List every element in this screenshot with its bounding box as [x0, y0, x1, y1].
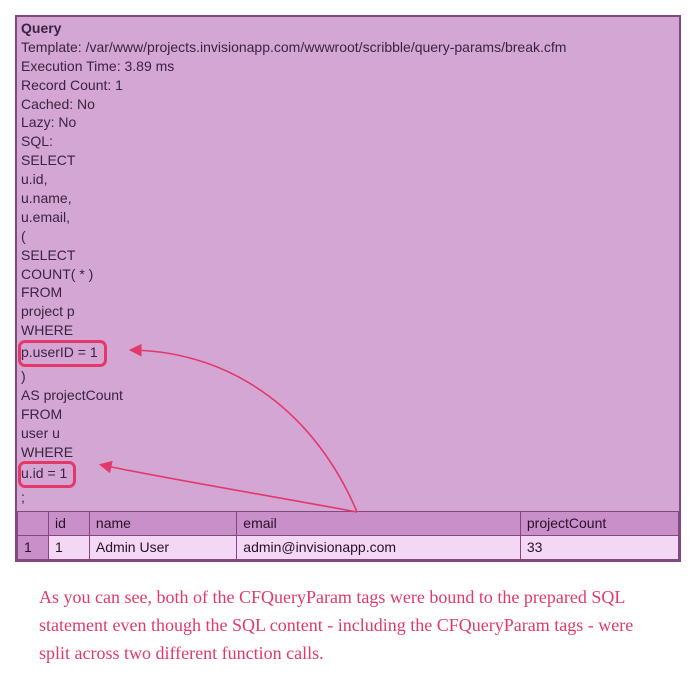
- panel-title: Query: [21, 19, 675, 38]
- lazy-row: Lazy: No: [21, 113, 675, 132]
- lazy-label: Lazy:: [21, 114, 54, 130]
- sql-line: COUNT( * ): [21, 265, 675, 284]
- table-header-row: id name email projectCount: [18, 512, 679, 536]
- exec-value: 3.89 ms: [125, 58, 175, 74]
- sql-line: ;: [21, 488, 675, 507]
- sql-line: SELECT: [21, 246, 675, 265]
- sql-line: u.id,: [21, 170, 675, 189]
- sql-line: ): [21, 367, 675, 386]
- lazy-value: No: [58, 114, 76, 130]
- table-row: 1 1 Admin User admin@invisionapp.com 33: [18, 536, 679, 560]
- sql-line-highlight: p.userID = 1: [21, 340, 675, 367]
- cached-value: No: [77, 96, 95, 112]
- panel-body: Query Template: /var/www/projects.invisi…: [17, 17, 679, 507]
- sql-line: (: [21, 227, 675, 246]
- annotation-note: As you can see, both of the CFQueryParam…: [39, 584, 659, 668]
- sql-label: SQL:: [21, 132, 675, 151]
- sql-line: project p: [21, 302, 675, 321]
- template-value: /var/www/projects.invisionapp.com/wwwroo…: [86, 39, 567, 55]
- sql-line: WHERE: [21, 443, 675, 462]
- query-debug-panel: Query Template: /var/www/projects.invisi…: [15, 15, 681, 562]
- table-header-projectcount: projectCount: [520, 512, 678, 536]
- table-header-email: email: [237, 512, 521, 536]
- sql-line: AS projectCount: [21, 386, 675, 405]
- sql-line: u.name,: [21, 189, 675, 208]
- sql-line: FROM: [21, 283, 675, 302]
- cached-row: Cached: No: [21, 95, 675, 114]
- table-header-blank: [18, 512, 49, 536]
- cached-label: Cached:: [21, 96, 73, 112]
- record-value: 1: [115, 77, 123, 93]
- table-header-name: name: [89, 512, 236, 536]
- table-row-number: 1: [18, 536, 49, 560]
- highlight-puserid: p.userID = 1: [18, 340, 107, 367]
- sql-line: u.email,: [21, 208, 675, 227]
- sql-line: WHERE: [21, 321, 675, 340]
- sql-line-highlight: u.id = 1: [21, 461, 675, 488]
- table-header-id: id: [49, 512, 90, 536]
- record-label: Record Count:: [21, 77, 111, 93]
- record-count-row: Record Count: 1: [21, 76, 675, 95]
- table-cell-email: admin@invisionapp.com: [237, 536, 521, 560]
- result-table: id name email projectCount 1 1 Admin Use…: [17, 511, 679, 560]
- template-label: Template:: [21, 39, 82, 55]
- sql-line: SELECT: [21, 151, 675, 170]
- highlight-uid: u.id = 1: [18, 461, 76, 488]
- table-cell-id: 1: [49, 536, 90, 560]
- sql-line: FROM: [21, 405, 675, 424]
- exec-label: Execution Time:: [21, 58, 121, 74]
- exec-time-row: Execution Time: 3.89 ms: [21, 57, 675, 76]
- sql-line: user u: [21, 424, 675, 443]
- table-cell-projectcount: 33: [520, 536, 678, 560]
- table-cell-name: Admin User: [89, 536, 236, 560]
- sql-block: SELECT u.id, u.name, u.email, ( SELECT C…: [21, 151, 675, 507]
- template-row: Template: /var/www/projects.invisionapp.…: [21, 38, 675, 57]
